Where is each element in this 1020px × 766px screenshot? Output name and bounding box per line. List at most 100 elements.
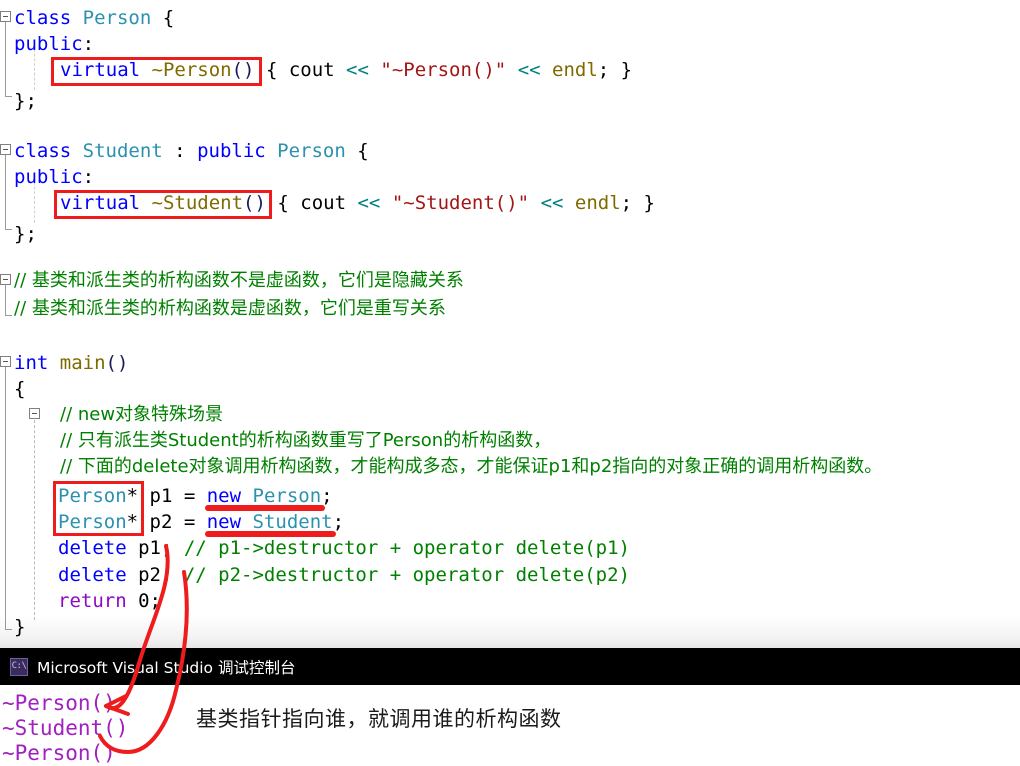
line-return-0-tok-2: 0 bbox=[138, 590, 150, 612]
line-dtor-student[interactable]: virtual ~Student() { cout << "~Student()… bbox=[0, 190, 655, 216]
line-delete-p2-tok-2: // p2->destructor + operator delete(p2) bbox=[183, 564, 630, 586]
line-class-person-tok-0: class bbox=[14, 7, 72, 29]
line-return-0-tok-0: return bbox=[58, 590, 127, 612]
line-dtor-student-tok-12 bbox=[563, 192, 574, 214]
console-titlebar: C:\ Microsoft Visual Studio 调试控制台 bbox=[0, 648, 1020, 685]
comment-new-scenario[interactable]: // new对象特殊场景 bbox=[0, 402, 223, 428]
line-dtor-student-tok-6 bbox=[346, 192, 357, 214]
console-window-icon: C:\ bbox=[10, 657, 28, 676]
line-close-brace-tok-0: } bbox=[14, 616, 26, 638]
line-dtor-person-tok-13: endl bbox=[552, 59, 598, 81]
line-class-person-tok-1 bbox=[71, 7, 82, 29]
comment-override-relation[interactable]: // 基类和派生类的析构函数是虚函数，它们是重写关系 bbox=[0, 296, 446, 322]
line-p2-new-student-tok-6: ; bbox=[332, 511, 345, 533]
line-int-main-tok-0: int bbox=[14, 352, 49, 374]
comment-override-relation-tok-0: // 基类和派生类的析构函数是虚函数，它们是重写关系 bbox=[14, 298, 446, 319]
line-class-student-tok-7: { bbox=[345, 140, 369, 162]
line-dtor-student-tok-13: endl bbox=[574, 192, 621, 214]
comment-delete-polymorphism-tok-0: // 下面的delete对象调用析构函数，才能构成多态，才能保证p1和p2指向的… bbox=[60, 456, 883, 477]
line-dtor-person-tok-14: ; } bbox=[597, 59, 633, 81]
line-p2-new-student-tok-5: Student bbox=[252, 511, 333, 533]
line-dtor-student-tok-14: ; } bbox=[620, 192, 655, 214]
line-dtor-person[interactable]: virtual ~Person() { cout << "~Person()" … bbox=[0, 57, 632, 83]
comment-only-student-tok-0: // 只有派生类Student的析构函数重写了Person的析构函数， bbox=[60, 430, 552, 451]
line-p1-new-person-tok-5: Person bbox=[252, 485, 322, 507]
line-dtor-person-tok-6 bbox=[335, 59, 346, 81]
line-delete-p1[interactable]: delete p1; // p1->destructor + operator … bbox=[0, 535, 630, 561]
comment-delete-polymorphism[interactable]: // 下面的delete对象调用析构函数，才能构成多态，才能保证p1和p2指向的… bbox=[0, 454, 882, 480]
line-dtor-student-tok-0: virtual bbox=[60, 192, 141, 214]
line-delete-p1-tok-0: delete bbox=[58, 537, 127, 559]
console-icon-glyph: C:\ bbox=[11, 661, 27, 671]
line-dtor-person-tok-9: "~Person()" bbox=[380, 59, 507, 81]
line-p1-new-person-tok-0: Person bbox=[58, 485, 127, 507]
line-delete-p1-tok-2: // p1->destructor + operator delete(p1) bbox=[183, 537, 630, 559]
line-int-main-tok-1 bbox=[48, 352, 59, 374]
line-dtor-person-tok-12 bbox=[541, 59, 552, 81]
line-dtor-person-tok-4: { bbox=[254, 59, 289, 81]
line-int-main-tok-2: main bbox=[59, 352, 106, 374]
line-return-0-tok-1 bbox=[127, 590, 138, 612]
line-public-2-tok-1: : bbox=[82, 166, 95, 188]
comment-new-scenario-tok-0: // new对象特殊场景 bbox=[60, 404, 224, 425]
line-dtor-person-tok-11: << bbox=[517, 59, 541, 81]
line-dtor-student-tok-5: cout bbox=[300, 192, 347, 214]
line-dtor-student-tok-10 bbox=[529, 192, 540, 214]
line-p2-new-student-tok-4 bbox=[241, 511, 252, 533]
console-output-line: ~Person() bbox=[2, 691, 116, 715]
line-public-2-tok-0: public bbox=[14, 166, 83, 188]
comment-only-student[interactable]: // 只有派生类Student的析构函数重写了Person的析构函数， bbox=[0, 428, 551, 454]
line-dtor-student-tok-8 bbox=[380, 192, 391, 214]
console-title: Microsoft Visual Studio 调试控制台 bbox=[37, 658, 296, 677]
comment-hidden-relation[interactable]: // 基类和派生类的析构函数不是虚函数，它们是隐藏关系 bbox=[0, 268, 464, 294]
line-p1-new-person[interactable]: Person* p1 = new Person; bbox=[0, 483, 333, 509]
line-dtor-person-tok-3: () bbox=[231, 59, 255, 81]
line-class-student-tok-2: Student bbox=[82, 140, 163, 162]
line-dtor-person-tok-7: << bbox=[346, 59, 369, 81]
line-int-main-tok-3: () bbox=[105, 352, 129, 374]
line-dtor-student-tok-7: << bbox=[357, 192, 381, 214]
line-class-student-tok-1 bbox=[71, 140, 82, 162]
line-class-student-tok-5 bbox=[266, 140, 277, 162]
editor-bottom-fade bbox=[0, 616, 1020, 648]
line-class-person-tok-3: { bbox=[151, 7, 175, 29]
line-close-brace[interactable]: } bbox=[0, 614, 25, 640]
line-close-person[interactable]: }; bbox=[0, 88, 37, 114]
line-class-student-tok-4: public bbox=[197, 140, 266, 162]
line-return-0[interactable]: return 0; bbox=[0, 588, 161, 614]
line-delete-p2-tok-0: delete bbox=[58, 564, 127, 586]
line-public-1-tok-0: public bbox=[14, 33, 83, 55]
line-p1-new-person-tok-3: new bbox=[206, 485, 242, 507]
line-dtor-student-tok-3: () bbox=[243, 192, 266, 214]
line-class-student-tok-0: class bbox=[14, 140, 72, 162]
line-class-student-tok-6: Person bbox=[277, 140, 346, 162]
line-p1-new-person-tok-4 bbox=[241, 485, 252, 507]
line-dtor-person-tok-10 bbox=[506, 59, 517, 81]
line-dtor-person-tok-0: virtual bbox=[60, 59, 141, 81]
code-editor-pane[interactable]: class Person {public: virtual ~Person() {… bbox=[0, 0, 1020, 648]
line-dtor-student-tok-11: << bbox=[540, 192, 564, 214]
line-delete-p2[interactable]: delete p2; // p2->destructor + operator … bbox=[0, 562, 630, 588]
console-output-line: ~Student() bbox=[2, 716, 129, 740]
line-p2-new-student[interactable]: Person* p2 = new Student; bbox=[0, 509, 344, 535]
line-open-brace-tok-0: { bbox=[14, 378, 26, 400]
line-int-main[interactable]: int main() bbox=[0, 350, 128, 376]
line-p2-new-student-tok-3: new bbox=[206, 511, 242, 533]
line-open-brace[interactable]: { bbox=[0, 376, 25, 402]
line-p1-new-person-tok-1: * bbox=[126, 485, 139, 507]
line-class-person-tok-2: Person bbox=[82, 7, 152, 29]
line-dtor-student-tok-9: "~Student()" bbox=[391, 192, 530, 214]
line-dtor-student-tok-4: { bbox=[265, 192, 301, 214]
line-class-student-tok-3: : bbox=[162, 140, 198, 162]
line-p2-new-student-tok-0: Person bbox=[58, 511, 127, 533]
line-return-0-tok-3: ; bbox=[149, 590, 161, 612]
line-public-2[interactable]: public: bbox=[0, 164, 94, 190]
line-public-1-tok-1: : bbox=[82, 33, 95, 55]
line-public-1[interactable]: public: bbox=[0, 31, 94, 57]
line-close-person-tok-0: }; bbox=[14, 90, 37, 112]
line-close-student[interactable]: }; bbox=[0, 221, 37, 247]
line-delete-p1-tok-1: p1; bbox=[126, 537, 184, 559]
line-class-student[interactable]: class Student : public Person { bbox=[0, 138, 369, 164]
line-class-person[interactable]: class Person { bbox=[0, 5, 174, 31]
line-dtor-person-tok-8 bbox=[369, 59, 380, 81]
